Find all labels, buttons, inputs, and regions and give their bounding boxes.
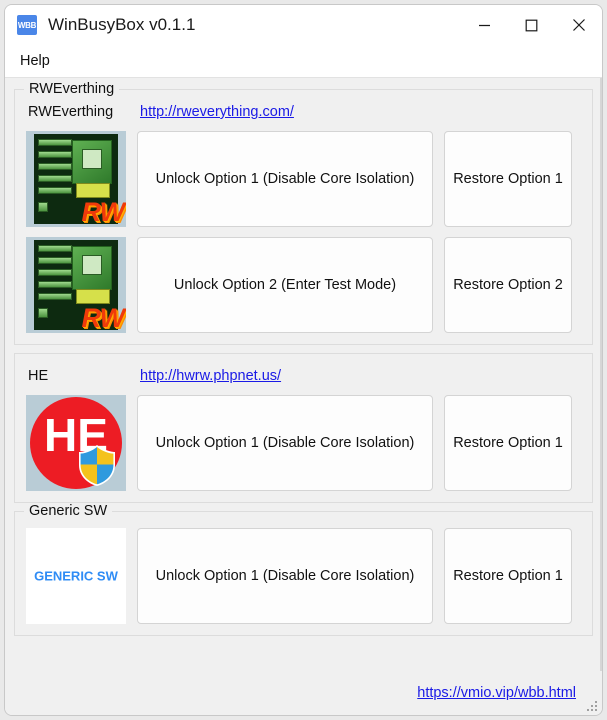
- rw-everything-logo: RW: [26, 131, 126, 227]
- group-link-he[interactable]: http://hwrw.phpnet.us/: [140, 368, 281, 384]
- rw-logo-text: RW: [81, 197, 125, 227]
- menu-bar: Help: [5, 45, 602, 78]
- close-button[interactable]: [555, 5, 602, 45]
- restore-option-2-button-rweverthing[interactable]: Restore Option 2: [444, 237, 572, 333]
- generic-sw-logo: GENERIC SW: [26, 528, 126, 624]
- generic-sw-logo-text: GENERIC SW: [34, 568, 118, 584]
- close-icon: [572, 19, 585, 31]
- window-controls: [461, 5, 602, 45]
- restore-option-1-button-he[interactable]: Restore Option 1: [444, 395, 572, 491]
- rw-chip: [38, 245, 72, 252]
- maximize-icon: [525, 19, 538, 31]
- maximize-button[interactable]: [508, 5, 555, 45]
- rw-chip: [38, 163, 72, 170]
- window-title: WinBusyBox v0.1.1: [48, 15, 196, 34]
- rw-bigchip: [72, 140, 112, 184]
- group-rweverthing: RWEverthing RWEverthing http://rweveryth…: [14, 81, 593, 345]
- restore-option-1-button-rweverthing[interactable]: Restore Option 1: [444, 131, 572, 227]
- rw-chip: [38, 187, 72, 194]
- menu-item-help[interactable]: Help: [15, 50, 55, 72]
- rw-yellow-chip: [76, 183, 110, 198]
- unlock-option-1-button-he[interactable]: Unlock Option 1 (Disable Core Isolation): [137, 395, 433, 491]
- footer-bar: https://vmio.vip/wbb.html: [5, 671, 602, 715]
- group-he: HE http://hwrw.phpnet.us/ HE Unlock Opti…: [14, 353, 593, 503]
- resize-grip[interactable]: [584, 698, 597, 711]
- rw-chip: [38, 308, 48, 318]
- content-area: RWEverthing RWEverthing http://rweveryth…: [5, 78, 602, 671]
- rw-yellow-chip: [76, 289, 110, 304]
- rw-chip: [38, 151, 72, 158]
- unlock-option-2-button-rweverthing[interactable]: Unlock Option 2 (Enter Test Mode): [137, 237, 433, 333]
- restore-option-1-button-generic-sw[interactable]: Restore Option 1: [444, 528, 572, 624]
- he-logo: HE: [26, 395, 126, 491]
- unlock-option-1-button-rweverthing[interactable]: Unlock Option 1 (Disable Core Isolation): [137, 131, 433, 227]
- rw-chip: [38, 269, 72, 276]
- app-icon: WBB: [17, 15, 37, 35]
- title-bar: WBB WinBusyBox v0.1.1: [5, 5, 602, 45]
- unlock-option-1-button-generic-sw[interactable]: Unlock Option 1 (Disable Core Isolation): [137, 528, 433, 624]
- group-name-he: HE: [28, 368, 49, 384]
- rw-chip: [38, 202, 48, 212]
- option-row: GENERIC SW Unlock Option 1 (Disable Core…: [26, 528, 581, 624]
- footer-link[interactable]: https://vmio.vip/wbb.html: [417, 685, 576, 701]
- option-row: RW Unlock Option 2 (Enter Test Mode) Res…: [26, 237, 581, 333]
- rw-chip: [38, 257, 72, 264]
- rw-chip: [38, 293, 72, 300]
- rw-bigchip: [72, 246, 112, 290]
- app-window: WBB WinBusyBox v0.1.1 Help RWEverthing R…: [4, 4, 603, 716]
- rw-logo-text: RW: [81, 303, 125, 333]
- rw-chip: [38, 175, 72, 182]
- group-name-rweverthing: RWEverthing: [28, 104, 114, 120]
- group-header-rweverthing: RWEverthing http://rweverything.com/: [28, 104, 581, 124]
- window-right-edge: [600, 78, 602, 671]
- option-row: HE Unlock Option 1 (Disable Core Isolati…: [26, 395, 581, 491]
- group-link-rweverthing[interactable]: http://rweverything.com/: [140, 104, 294, 120]
- windows-shield-icon: [79, 445, 115, 486]
- minimize-icon: [479, 24, 490, 26]
- rw-chip: [38, 139, 72, 146]
- group-legend-generic-sw: Generic SW: [24, 503, 113, 519]
- group-generic-sw: Generic SW GENERIC SW Unlock Option 1 (D…: [14, 503, 593, 636]
- option-row: RW Unlock Option 1 (Disable Core Isolati…: [26, 131, 581, 227]
- group-legend-rweverthing: RWEverthing: [24, 81, 120, 97]
- minimize-button[interactable]: [461, 5, 508, 45]
- group-header-he: HE http://hwrw.phpnet.us/: [28, 368, 581, 388]
- rw-chip: [38, 281, 72, 288]
- rw-everything-logo: RW: [26, 237, 126, 333]
